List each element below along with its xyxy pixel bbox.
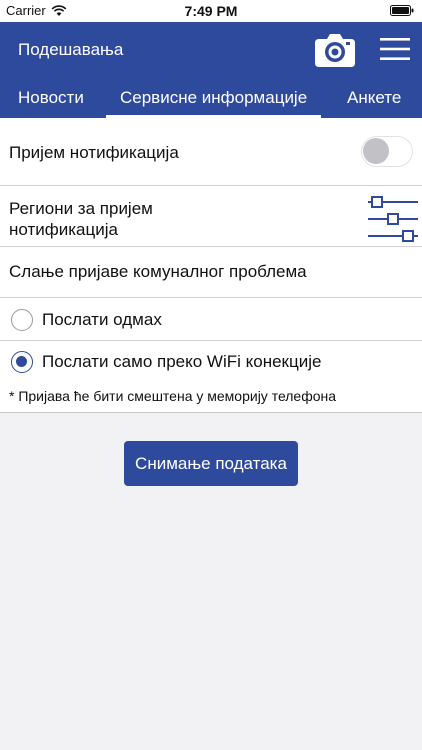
app-header: Подешавања Новости Сервисне информације … [0,22,422,118]
option-send-now-label: Послати одмах [42,310,162,329]
app-screen: Carrier 7:49 PM Подешавања Новости Серви… [0,0,422,750]
divider [0,412,422,413]
toggle-knob [363,138,389,164]
tab-polls[interactable]: Анкете [347,80,401,118]
regions-label-line2: нотификација [9,220,118,239]
page-title: Подешавања [18,40,124,59]
radio-selected-dot [16,356,27,367]
status-time: 7:49 PM [184,3,238,19]
tab-service-info[interactable]: Сервисне информације [106,80,322,118]
save-data-button[interactable]: Снимање података [124,441,298,486]
report-heading: Слање пријаве комуналног проблема [9,262,307,281]
battery-icon [390,5,414,16]
regions-label-line1: Региони за пријем [9,199,153,218]
status-bar: Carrier 7:49 PM [0,0,422,22]
notifications-row: Пријем нотификација [0,118,422,186]
regions-row[interactable]: Региони за пријем нотификација [0,186,422,247]
option-wifi-only-label: Послати само преко WiFi конекције [42,352,322,371]
sliders-icon[interactable] [366,192,420,244]
tab-news[interactable]: Новости [18,80,84,118]
radio-send-now[interactable] [11,309,33,331]
regions-label: Региони за пријем нотификација [9,198,153,240]
hamburger-menu-icon [380,38,410,60]
storage-note: * Пријава ће бити смештена у меморију те… [9,388,337,404]
settings-panel: Пријем нотификација Региони за пријем но… [0,118,422,413]
radio-wifi-only[interactable] [11,351,33,373]
report-heading-row: Слање пријаве комуналног проблема [0,247,422,298]
camera-icon [315,34,355,67]
option-wifi-only[interactable]: Послати само преко WiFi конекције [0,341,422,383]
camera-button[interactable] [313,30,357,70]
tab-bar: Новости Сервисне информације Анкете [0,80,422,118]
notifications-toggle[interactable] [361,136,413,167]
notifications-label: Пријем нотификација [9,143,179,162]
menu-button[interactable] [379,36,411,62]
option-send-now[interactable]: Послати одмах [0,298,422,341]
